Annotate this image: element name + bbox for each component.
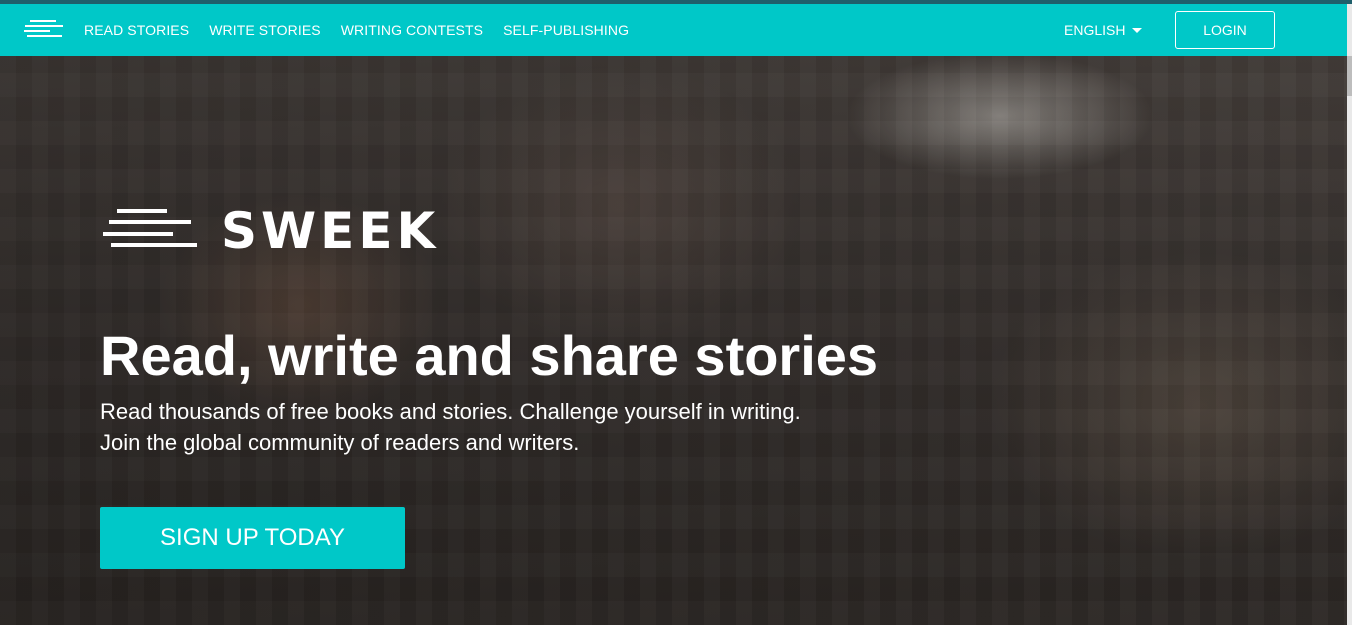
sweek-logo-icon[interactable]	[24, 18, 66, 42]
sign-up-button[interactable]: SIGN UP TODAY	[100, 507, 405, 569]
nav-writing-contests[interactable]: WRITING CONTESTS	[341, 22, 483, 38]
nav-write-stories[interactable]: WRITE STORIES	[209, 22, 321, 38]
main-nav: READ STORIES WRITE STORIES WRITING CONTE…	[84, 4, 629, 56]
sweek-lines-icon	[103, 209, 197, 247]
hero-section: SWEEK Read, write and share stories Read…	[0, 56, 1347, 625]
brand-logo: SWEEK	[103, 205, 439, 257]
language-label: ENGLISH	[1064, 22, 1126, 38]
hero-content: SWEEK Read, write and share stories Read…	[0, 56, 1347, 625]
nav-read-stories[interactable]: READ STORIES	[84, 22, 189, 38]
hero-subtitle-line-1: Read thousands of free books and stories…	[100, 399, 801, 424]
caret-down-icon	[1132, 28, 1143, 33]
hero-title: Read, write and share stories	[100, 324, 879, 387]
brand-name: SWEEK	[221, 202, 440, 260]
hero-subtitle-line-2: Join the global community of readers and…	[100, 430, 580, 455]
language-selector[interactable]: ENGLISH	[1064, 4, 1143, 56]
navbar: READ STORIES WRITE STORIES WRITING CONTE…	[0, 4, 1347, 56]
nav-self-publishing[interactable]: SELF-PUBLISHING	[503, 22, 629, 38]
login-button[interactable]: LOGIN	[1175, 11, 1275, 49]
scrollbar[interactable]	[1347, 4, 1352, 625]
hero-subtitle: Read thousands of free books and stories…	[100, 396, 801, 458]
scrollbar-thumb[interactable]	[1347, 56, 1352, 96]
